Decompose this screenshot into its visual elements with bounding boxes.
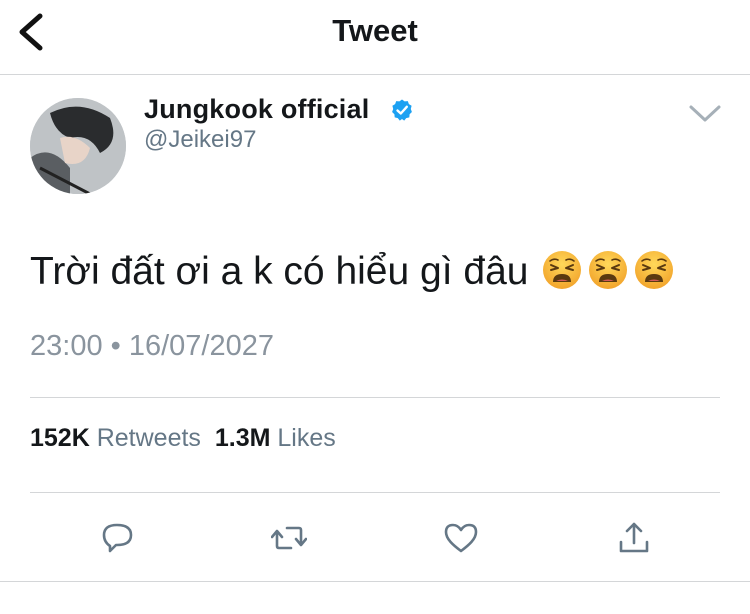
tweet-text: Trời đất ơi a k có hiểu gì đâu [30, 250, 529, 293]
tweet-stats: 152K Retweets 1.3M Likes [30, 424, 336, 453]
tweet-timestamp: 23:00 • 16/07/2027 [30, 330, 274, 363]
weary-face-emoji-icon [634, 250, 674, 290]
weary-face-emoji-icon [588, 250, 628, 290]
avatar-photo-icon [30, 98, 126, 194]
divider [30, 492, 720, 493]
likes-label[interactable]: Likes [277, 424, 335, 452]
retweets-count[interactable]: 152K [30, 424, 90, 452]
tweet-text-container: Trời đất ơi a k có hiểu gì đâu [30, 250, 674, 294]
weary-face-emoji-icon [542, 250, 582, 290]
author-handle[interactable]: @Jeikei97 [144, 126, 256, 154]
page-title: Tweet [332, 13, 418, 48]
tweet-date: 16/07/2027 [128, 330, 275, 362]
share-icon[interactable] [616, 520, 652, 556]
retweet-icon[interactable] [271, 520, 307, 556]
author-name[interactable]: Jungkook official [144, 94, 369, 125]
reply-icon[interactable] [100, 520, 136, 556]
tweet-time: 23:00 [30, 330, 103, 362]
chevron-down-icon[interactable] [688, 102, 722, 126]
likes-count[interactable]: 1.3M [215, 424, 271, 452]
divider [0, 581, 750, 582]
avatar[interactable] [30, 98, 126, 194]
like-icon[interactable] [443, 520, 479, 556]
timestamp-separator: • [110, 330, 121, 362]
retweets-label[interactable]: Retweets [97, 424, 201, 452]
top-bar: Tweet [0, 0, 750, 75]
verified-badge-icon [392, 99, 412, 121]
divider [30, 397, 720, 398]
